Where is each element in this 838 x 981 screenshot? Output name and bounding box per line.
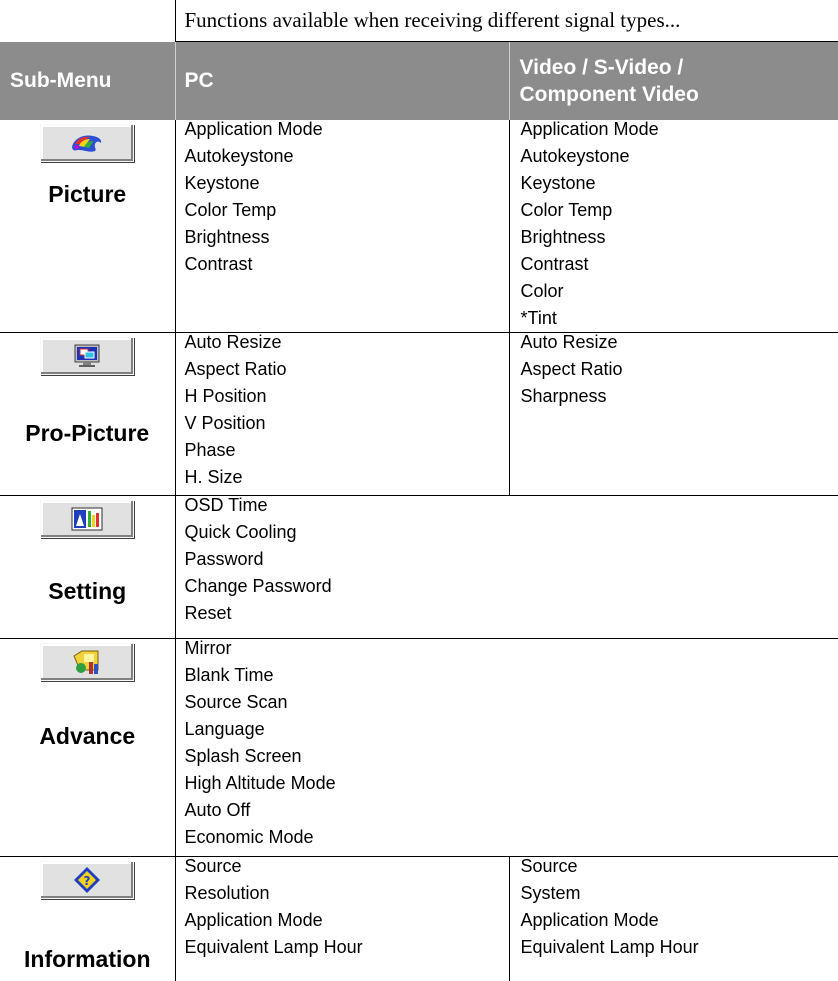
pc-function-item: Economic Mode [185, 824, 838, 851]
pc-function-item: V Position [185, 410, 509, 437]
pc-function-item: Source Scan [185, 689, 838, 716]
pc-function-item: Source [185, 853, 509, 880]
pc-function-item: Auto Off [185, 797, 838, 824]
caption-row: Functions available when receiving diffe… [0, 0, 838, 42]
row-picture: Picture Application Mode Autokeystone Ke… [0, 120, 838, 333]
pc-function-item: Blank Time [185, 662, 838, 689]
submenu-name-picture: Picture [0, 181, 175, 208]
settings-panel-icon [70, 506, 104, 532]
submenu-name-setting: Setting [0, 578, 175, 605]
header-submenu: Sub-Menu [0, 42, 175, 121]
submenu-cell-picture: Picture [0, 120, 175, 333]
row-pro-picture: Pro-Picture Auto Resize Aspect Ratio H P… [0, 333, 838, 496]
pc-function-item: Keystone [185, 170, 509, 197]
video-functions-picture: Application Mode Autokeystone Keystone C… [509, 120, 838, 333]
video-functions-pro-picture: Auto Resize Aspect Ratio Sharpness [509, 333, 838, 496]
pc-function-item: OSD Time [185, 492, 838, 519]
video-function-item: Sharpness [521, 383, 838, 410]
header-video-line1: Video / S-Video / [520, 54, 838, 81]
pc-function-item: H. Size [185, 464, 509, 491]
row-setting: Setting OSD Time Quick Cooling Password … [0, 496, 838, 639]
video-function-item: Equivalent Lamp Hour [521, 934, 838, 961]
question-diamond-icon: ? [73, 866, 101, 894]
pc-function-item: Resolution [185, 880, 509, 907]
pc-functions-pro-picture: Auto Resize Aspect Ratio H Position V Po… [175, 333, 509, 496]
pc-functions-setting: OSD Time Quick Cooling Password Change P… [175, 496, 838, 639]
video-function-item: Autokeystone [521, 143, 838, 170]
pc-function-item: Auto Resize [185, 329, 509, 356]
pc-function-item: Password [185, 546, 838, 573]
video-function-item: Application Mode [521, 116, 838, 143]
video-function-item: Keystone [521, 170, 838, 197]
table-caption: Functions available when receiving diffe… [175, 0, 838, 42]
video-function-item: Auto Resize [521, 329, 838, 356]
monitor-window-icon [72, 343, 102, 369]
pc-function-item: Language [185, 716, 838, 743]
advance-menu-button[interactable] [40, 643, 134, 681]
advanced-tools-icon [70, 648, 104, 676]
pro-picture-menu-button[interactable] [40, 337, 134, 375]
picture-menu-button[interactable] [40, 124, 134, 162]
video-function-item: Color [521, 278, 838, 305]
pc-function-item: H Position [185, 383, 509, 410]
submenu-name-advance: Advance [0, 723, 175, 750]
submenu-cell-information: ? Information [0, 857, 175, 981]
color-palette-icon [68, 132, 106, 154]
signal-functions-table: Functions available when receiving diffe… [0, 0, 838, 981]
pc-function-item: Reset [185, 600, 838, 627]
pc-function-item: Equivalent Lamp Hour [185, 934, 509, 961]
header-video-line2: Component Video [520, 81, 838, 108]
pc-function-item: High Altitude Mode [185, 770, 838, 797]
video-function-item: Source [521, 853, 838, 880]
pc-function-item: Splash Screen [185, 743, 838, 770]
pc-function-item: Color Temp [185, 197, 509, 224]
caption-spacer [0, 0, 175, 42]
video-function-item: Aspect Ratio [521, 356, 838, 383]
video-function-item: Color Temp [521, 197, 838, 224]
video-function-item: System [521, 880, 838, 907]
pc-function-item: Aspect Ratio [185, 356, 509, 383]
header-video: Video / S-Video / Component Video [509, 42, 838, 121]
video-function-item: Brightness [521, 224, 838, 251]
video-function-item: Contrast [521, 251, 838, 278]
video-function-item: Application Mode [521, 907, 838, 934]
pc-function-item: Application Mode [185, 907, 509, 934]
video-functions-information: Source System Application Mode Equivalen… [509, 857, 838, 981]
row-advance: Advance Mirror Blank Time Source Scan La… [0, 639, 838, 857]
video-function-item: *Tint [521, 305, 838, 332]
pc-functions-information: Source Resolution Application Mode Equiv… [175, 857, 509, 981]
pc-function-item: Application Mode [185, 116, 509, 143]
svg-text:?: ? [84, 874, 91, 888]
pc-function-item: Quick Cooling [185, 519, 838, 546]
header-pc: PC [175, 42, 509, 121]
pc-function-item: Mirror [185, 635, 838, 662]
header-row: Sub-Menu PC Video / S-Video / Component … [0, 42, 838, 121]
pc-function-item: Phase [185, 437, 509, 464]
function-table-page: Functions available when receiving diffe… [0, 0, 838, 972]
pc-function-item: Brightness [185, 224, 509, 251]
submenu-cell-pro-picture: Pro-Picture [0, 333, 175, 496]
pc-functions-picture: Application Mode Autokeystone Keystone C… [175, 120, 509, 333]
pc-function-item: Autokeystone [185, 143, 509, 170]
pc-function-item: Contrast [185, 251, 509, 278]
pc-function-item: Change Password [185, 573, 838, 600]
submenu-cell-advance: Advance [0, 639, 175, 857]
submenu-name-information: Information [0, 946, 175, 973]
row-information: ? Information Source Resolution Applicat… [0, 857, 838, 981]
submenu-cell-setting: Setting [0, 496, 175, 639]
pc-functions-advance: Mirror Blank Time Source Scan Language S… [175, 639, 838, 857]
information-menu-button[interactable]: ? [40, 861, 134, 899]
setting-menu-button[interactable] [40, 500, 134, 538]
submenu-name-pro-picture: Pro-Picture [0, 420, 175, 447]
